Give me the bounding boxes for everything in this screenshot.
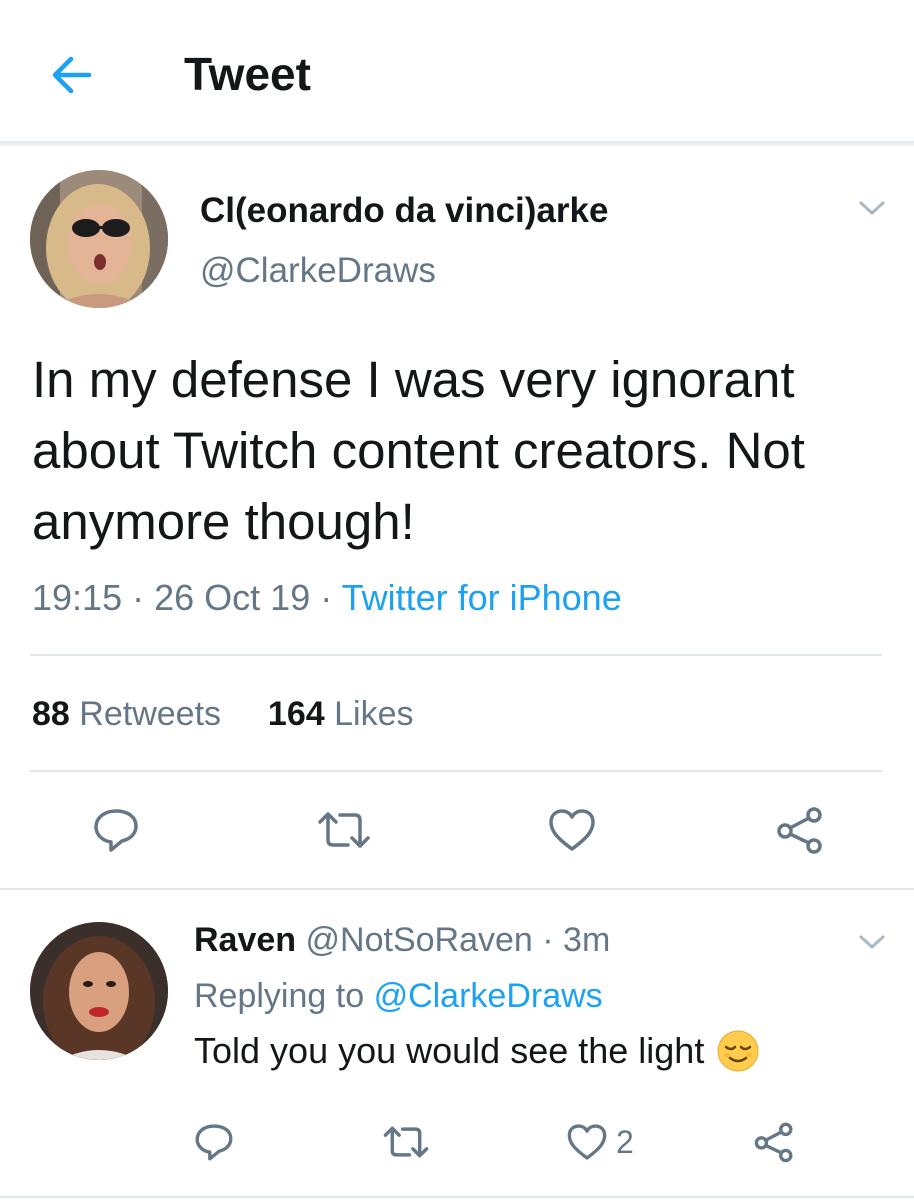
chevron-down-icon [859,201,885,215]
header-divider [0,141,914,146]
tweet-stats: 88 Retweets 164 Likes [32,692,413,736]
replying-prefix: Replying to [194,977,365,1015]
meta-separator: · [542,921,554,959]
reply-time: 3m [563,921,611,959]
replying-mention-link[interactable]: @ClarkeDraws [374,977,603,1015]
page-title: Tweet [184,48,311,100]
avatar-photo [30,170,168,308]
reply-reply-button[interactable] [184,1112,244,1172]
likes-count: 164 [267,695,325,733]
author-handle[interactable]: @ClarkeDraws [200,250,436,292]
reply-button[interactable] [86,800,146,860]
reply-like-count: 2 [616,1123,634,1160]
like-icon [549,809,595,851]
back-button[interactable] [38,45,104,105]
tweet-meta: 19:15 · 26 Oct 19 · Twitter for iPhone [32,576,622,620]
reply-share-button[interactable] [744,1112,804,1172]
reply-icon [94,809,138,852]
likes-stat[interactable]: 164 Likes [268,695,414,733]
tweet-date: 26 Oct 19 [154,577,311,618]
like-icon [567,1124,607,1160]
arrow-left-icon [52,56,92,94]
tweet-source-link[interactable]: Twitter for iPhone [342,577,622,618]
retweets-label: Retweets [79,695,222,733]
reply-text: Told you you would see the light [194,1030,705,1071]
divider [30,770,882,772]
replying-to: Replying to @ClarkeDraws [194,974,603,1018]
share-button[interactable] [770,800,830,860]
reply-retweet-button[interactable] [376,1112,436,1172]
reply-icon [195,1124,233,1161]
author-display-name[interactable]: Cl(eonardo da vinci)arke [200,190,608,232]
share-icon [754,1122,793,1163]
chevron-down-icon [859,935,885,949]
reply-text-row: Told you you would see the light [194,1028,760,1074]
likes-label: Likes [334,695,414,733]
reply-author-handle[interactable]: @NotSoRaven [306,921,533,959]
tweet-options-button[interactable] [852,188,892,228]
divider [0,1196,914,1198]
meta-separator: · [320,577,333,618]
top-app-bar [0,0,914,143]
reply-like-button[interactable]: 2 [566,1112,634,1172]
reply-header: Raven @NotSoRaven · 3m [194,918,610,962]
retweets-stat[interactable]: 88 Retweets [32,695,221,733]
retweet-icon [383,1126,429,1158]
meta-separator: · [132,577,145,618]
retweet-button[interactable] [314,800,374,860]
like-button[interactable] [542,800,602,860]
reply-avatar[interactable] [30,922,168,1060]
relieved-face-emoji [717,1030,759,1072]
tweet-text: In my defense I was very ignorant about … [32,351,805,550]
retweets-count: 88 [32,695,70,733]
share-icon [777,807,822,854]
retweet-icon [318,812,370,848]
avatar[interactable] [30,170,168,308]
section-divider [0,888,914,890]
tweet-time: 19:15 [32,577,123,618]
avatar-photo [30,922,168,1060]
divider [30,654,882,656]
reply-author-name[interactable]: Raven [194,921,296,959]
reply-options-button[interactable] [852,922,892,962]
